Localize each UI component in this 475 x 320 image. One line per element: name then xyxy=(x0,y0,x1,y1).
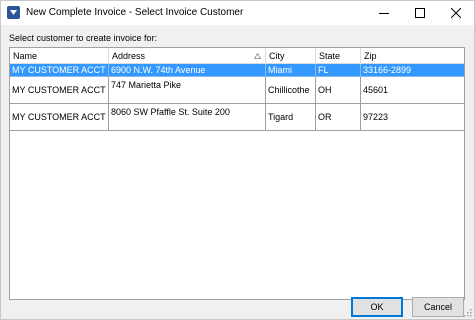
cell-state: FL xyxy=(316,64,361,77)
ok-button[interactable]: OK xyxy=(351,297,403,317)
resize-grip-icon[interactable] xyxy=(462,307,472,317)
close-button[interactable] xyxy=(438,1,474,25)
cell-zip: 45601 xyxy=(361,77,464,104)
column-header-city[interactable]: City xyxy=(266,48,316,64)
instruction-label: Select customer to create invoice for: xyxy=(9,33,158,43)
column-header-name[interactable]: Name xyxy=(10,48,109,64)
table-row[interactable]: MY CUSTOMER ACCT 747 Marietta Pike Chill… xyxy=(10,77,464,104)
cell-city: Miami xyxy=(266,64,316,77)
app-icon xyxy=(7,6,20,19)
maximize-icon xyxy=(415,8,425,18)
customer-grid[interactable]: Name Address City State Zip MY CUSTOMER … xyxy=(9,47,465,300)
window-title: New Complete Invoice - Select Invoice Cu… xyxy=(26,7,244,18)
dialog-body: Select customer to create invoice for: N… xyxy=(1,25,474,319)
column-header-address-label: Address xyxy=(112,51,146,61)
cell-zip: 33166-2899 xyxy=(361,64,464,77)
cell-state: OH xyxy=(316,77,361,104)
cell-address: 8060 SW Pfaffle St. Suite 200 xyxy=(109,104,266,131)
column-header-zip[interactable]: Zip xyxy=(361,48,464,64)
cell-zip: 97223 xyxy=(361,104,464,131)
cell-state: OR xyxy=(316,104,361,131)
cancel-button[interactable]: Cancel xyxy=(412,297,464,317)
table-row[interactable]: MY CUSTOMER ACCT 6900 N.W. 74th Avenue M… xyxy=(10,64,464,77)
cell-name: MY CUSTOMER ACCT xyxy=(10,104,109,131)
cell-city: Tigard xyxy=(266,104,316,131)
close-icon xyxy=(451,8,461,18)
column-header-address[interactable]: Address xyxy=(109,48,266,64)
cell-name: MY CUSTOMER ACCT xyxy=(10,77,109,104)
cell-city: Chillicothe xyxy=(266,77,316,104)
title-bar[interactable]: New Complete Invoice - Select Invoice Cu… xyxy=(1,1,474,25)
minimize-icon xyxy=(379,13,389,14)
grid-header: Name Address City State Zip xyxy=(10,48,464,64)
table-row[interactable]: MY CUSTOMER ACCT 8060 SW Pfaffle St. Sui… xyxy=(10,104,464,131)
sort-ascending-icon xyxy=(254,53,261,59)
maximize-button[interactable] xyxy=(402,1,438,25)
column-header-state[interactable]: State xyxy=(316,48,361,64)
cell-name: MY CUSTOMER ACCT xyxy=(10,64,109,77)
dialog-window: New Complete Invoice - Select Invoice Cu… xyxy=(0,0,475,320)
cell-address: 747 Marietta Pike xyxy=(109,77,266,104)
cell-address: 6900 N.W. 74th Avenue xyxy=(109,64,266,77)
minimize-button[interactable] xyxy=(366,1,402,25)
